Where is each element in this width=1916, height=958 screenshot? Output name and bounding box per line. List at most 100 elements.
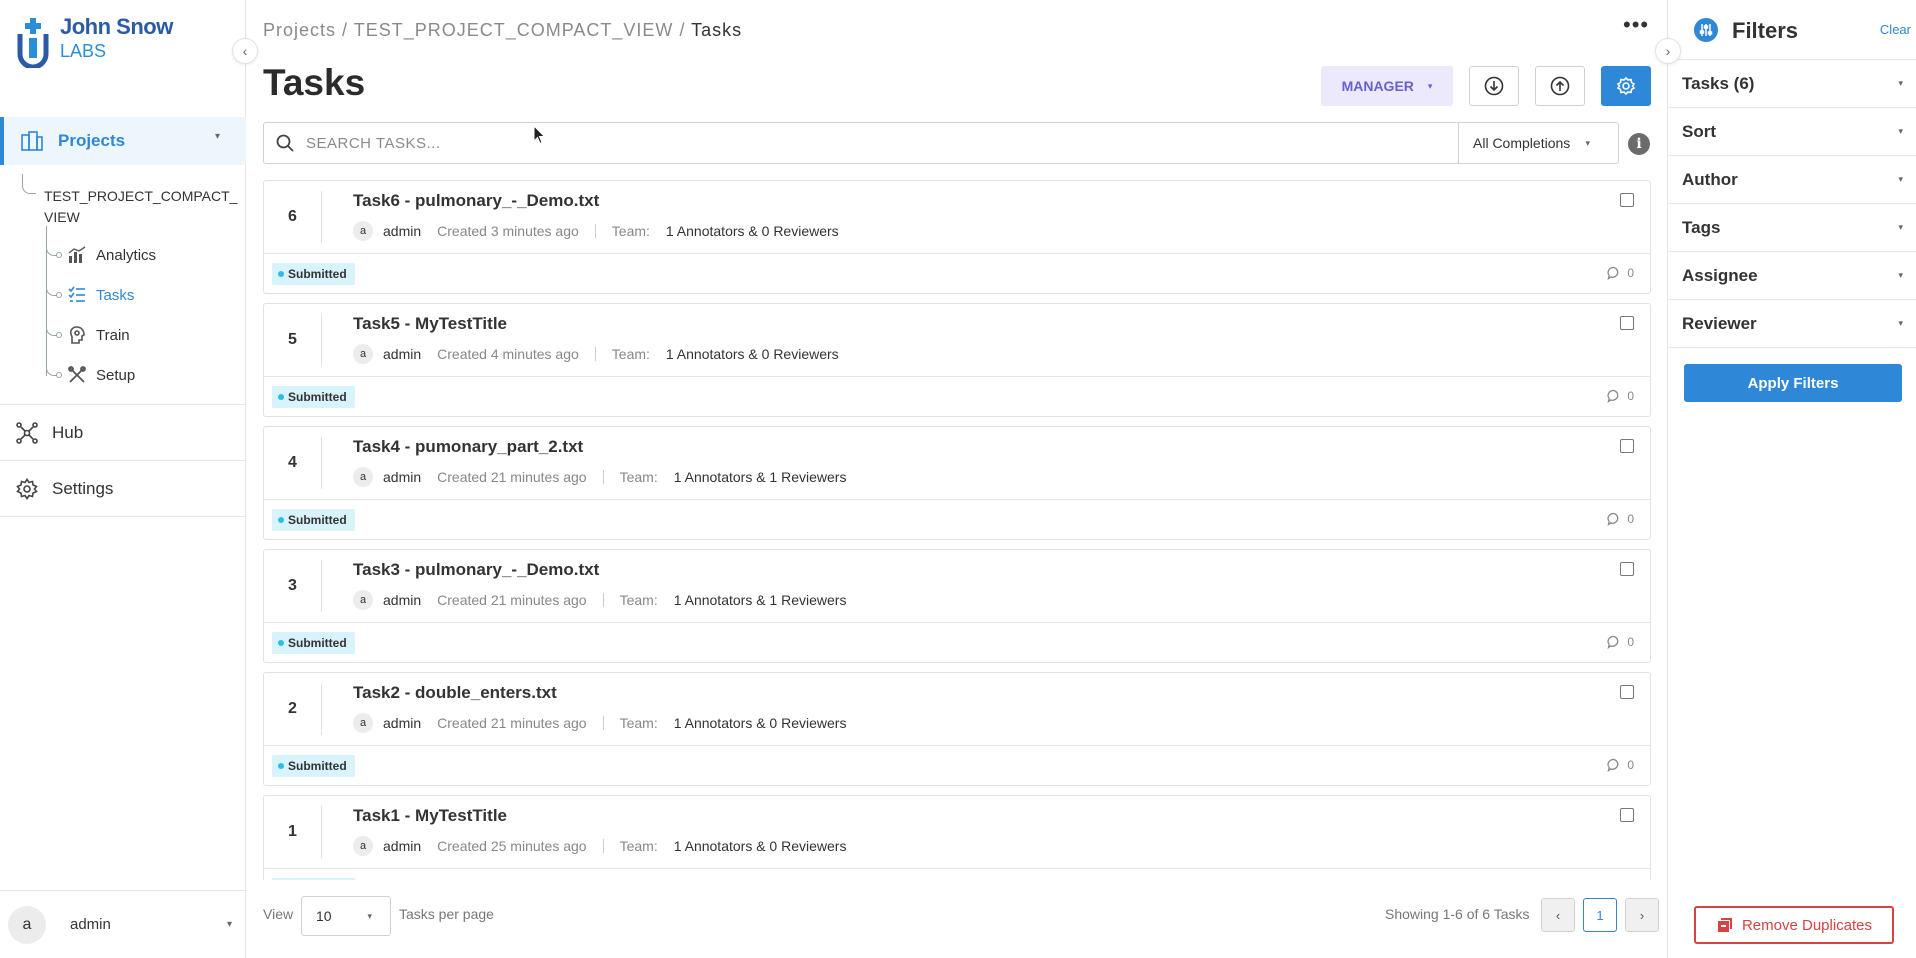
avatar: a: [353, 713, 373, 733]
search-input[interactable]: SEARCH TASKS...: [306, 135, 440, 152]
logo[interactable]: John Snow LABS: [16, 16, 173, 68]
sidebar-item-hub[interactable]: Hub: [0, 404, 246, 460]
filter-item-sort[interactable]: Sort ▾: [1668, 108, 1916, 156]
app-root: John Snow LABS Projects ▾ TEST_PROJECT_C…: [0, 0, 1916, 958]
project-name-text: TEST_PROJECT_COMPACT_ VIEW: [44, 188, 238, 225]
comments-count[interactable]: 0: [1607, 758, 1634, 772]
duplicates-icon: [1717, 918, 1732, 932]
sidebar-item-label: Setup: [96, 366, 136, 384]
task-card[interactable]: 5 Task5 - MyTestTitle a admin Created 4 minu…: [263, 303, 1651, 417]
task-card[interactable]: 2 Task2 - double_enters.txt a admin Created …: [263, 672, 1651, 786]
more-options-icon[interactable]: •••: [1623, 12, 1649, 38]
hub-icon: [16, 421, 38, 444]
per-page-label: Tasks per page: [399, 906, 494, 922]
prev-page-button[interactable]: ‹: [1541, 898, 1575, 932]
status-badge: Submitted: [272, 632, 355, 654]
task-created: Created 4 minutes ago: [437, 346, 579, 362]
task-id: 2: [264, 683, 322, 735]
info-icon[interactable]: i: [1628, 133, 1650, 155]
comments-count[interactable]: 0: [1607, 389, 1634, 403]
chevron-down-icon[interactable]: ▾: [215, 131, 220, 142]
completions-select[interactable]: All Completions ▾: [1458, 122, 1619, 164]
team-label: Team:: [619, 715, 658, 731]
per-page-select[interactable]: 10 ▾: [301, 896, 391, 936]
filter-item-tags[interactable]: Tags ▾: [1668, 204, 1916, 252]
remove-duplicates-button[interactable]: Remove Duplicates: [1694, 906, 1894, 944]
task-card[interactable]: 3 Task3 - pulmonary_-_Demo.txt a admin Creat…: [263, 549, 1651, 663]
task-title[interactable]: Task2 - double_enters.txt: [353, 683, 557, 703]
search-field[interactable]: SEARCH TASKS...: [263, 122, 1459, 164]
tree-dot: [56, 292, 62, 298]
sidebar-item-train[interactable]: Train: [68, 324, 130, 346]
comment-icon: [1607, 635, 1619, 649]
comment-icon: [1607, 512, 1619, 526]
task-checkbox[interactable]: [1620, 439, 1634, 453]
page-1-button[interactable]: 1: [1583, 898, 1617, 932]
task-title[interactable]: Task1 - MyTestTitle: [353, 806, 507, 826]
search-icon: [276, 134, 294, 152]
sidebar-item-analytics[interactable]: Analytics: [68, 244, 156, 266]
filter-item-tasks-6[interactable]: Tasks (6) ▾: [1668, 60, 1916, 108]
task-title[interactable]: Task4 - pumonary_part_2.txt: [353, 437, 583, 457]
breadcrumb-projects[interactable]: Projects: [263, 20, 336, 40]
next-page-button[interactable]: ›: [1625, 898, 1659, 932]
comments-count[interactable]: 0: [1607, 512, 1634, 526]
clear-filters-link[interactable]: Clear: [1880, 22, 1911, 37]
breadcrumb-current: Tasks: [691, 20, 743, 40]
settings-button[interactable]: [1601, 66, 1651, 106]
meta-separator: [594, 224, 596, 238]
task-checkbox[interactable]: [1620, 808, 1634, 822]
gear-icon: [1616, 76, 1636, 96]
chevron-down-icon: ▾: [1898, 318, 1903, 328]
sidebar-item-setup[interactable]: Setup: [68, 364, 135, 386]
toggle-filters-button[interactable]: ›: [1655, 38, 1681, 64]
task-id: 4: [264, 437, 322, 489]
user-menu[interactable]: a admin ▾: [0, 890, 246, 958]
task-title[interactable]: Task6 - pulmonary_-_Demo.txt: [353, 191, 599, 211]
filter-item-reviewer[interactable]: Reviewer ▾: [1668, 300, 1916, 348]
breadcrumb-project[interactable]: TEST_PROJECT_COMPACT_VIEW: [354, 20, 674, 40]
task-card[interactable]: 1 Task1 - MyTestTitle a admin Created 25 min…: [263, 795, 1651, 880]
filters-header: Filters Clear: [1668, 0, 1916, 60]
role-select-button[interactable]: MANAGER ▾: [1321, 66, 1453, 106]
tree-dot: [56, 252, 62, 258]
user-name: admin: [70, 916, 111, 933]
task-checkbox[interactable]: [1620, 316, 1634, 330]
task-title[interactable]: Task5 - MyTestTitle: [353, 314, 507, 334]
task-meta: a admin Created 4 minutes ago Team: 1 Annota…: [353, 344, 839, 364]
chevron-down-icon: ▾: [1898, 222, 1903, 232]
task-checkbox[interactable]: [1620, 685, 1634, 699]
main-content: Projects / TEST_PROJECT_COMPACT_VIEW / T…: [247, 0, 1667, 958]
comments-value: 0: [1627, 266, 1634, 280]
comments-count[interactable]: 0: [1607, 635, 1634, 649]
task-created: Created 3 minutes ago: [437, 223, 579, 239]
import-button[interactable]: [1469, 66, 1519, 106]
comments-count[interactable]: 0: [1607, 266, 1634, 280]
logo-line2: LABS: [60, 41, 107, 61]
sidebar-item-label: Tasks: [96, 286, 135, 304]
task-card[interactable]: 6 Task6 - pulmonary_-_Demo.txt a admin Creat…: [263, 180, 1651, 294]
comments-value: 0: [1627, 512, 1634, 526]
divider: [264, 376, 1650, 377]
task-author: admin: [383, 469, 422, 485]
train-icon: [69, 326, 85, 344]
building-icon: [21, 131, 43, 151]
task-checkbox[interactable]: [1620, 193, 1634, 207]
apply-filters-button[interactable]: Apply Filters: [1684, 364, 1902, 402]
collapse-sidebar-button[interactable]: ‹: [232, 38, 258, 64]
sidebar-item-label: Hub: [52, 422, 84, 442]
sidebar-project-name[interactable]: TEST_PROJECT_COMPACT_ VIEW: [44, 186, 244, 228]
sidebar-item-tasks[interactable]: Tasks: [68, 284, 134, 306]
export-button[interactable]: [1535, 66, 1585, 106]
sidebar-item-settings[interactable]: Settings: [0, 460, 246, 516]
sidebar: John Snow LABS Projects ▾ TEST_PROJECT_C…: [0, 0, 246, 958]
filter-item-author[interactable]: Author ▾: [1668, 156, 1916, 204]
task-checkbox[interactable]: [1620, 562, 1634, 576]
sidebar-item-projects[interactable]: Projects ▾: [0, 117, 246, 165]
task-title[interactable]: Task3 - pulmonary_-_Demo.txt: [353, 560, 599, 580]
task-author: admin: [383, 838, 422, 854]
task-created: Created 21 minutes ago: [437, 715, 587, 731]
task-card[interactable]: 4 Task4 - pumonary_part_2.txt a admin Create…: [263, 426, 1651, 540]
meta-separator: [594, 347, 596, 361]
filter-item-assignee[interactable]: Assignee ▾: [1668, 252, 1916, 300]
